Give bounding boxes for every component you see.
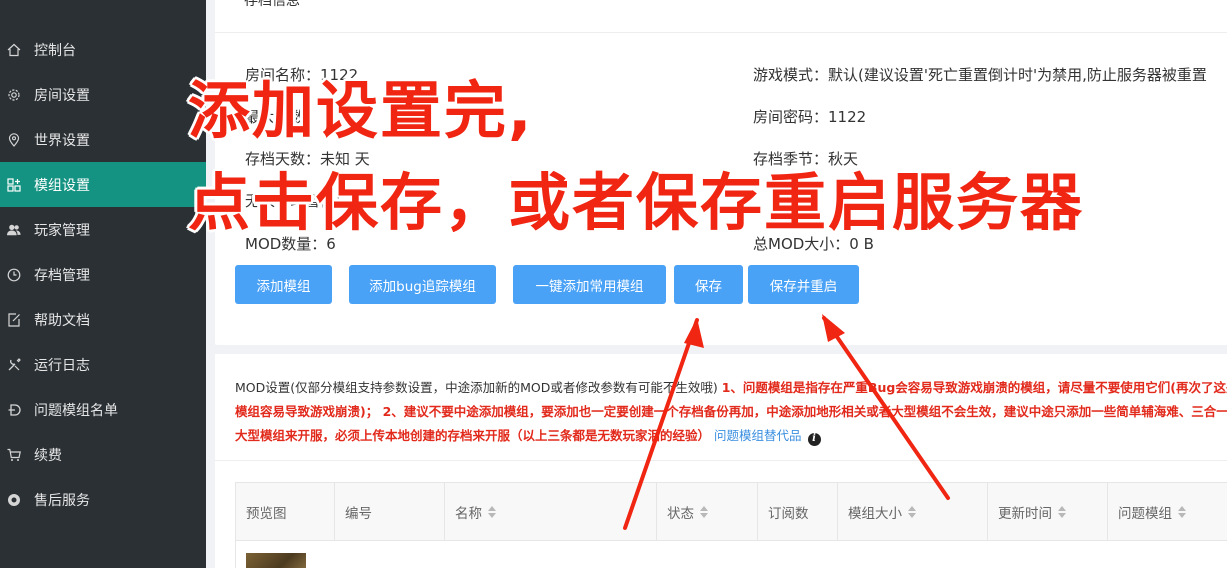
- sidebar-item-after-sales[interactable]: 售后服务: [0, 477, 206, 522]
- sidebar-item-label: 续费: [34, 447, 62, 464]
- sidebar-item-world-settings[interactable]: 世界设置: [0, 117, 206, 162]
- sidebar-item-label: 玩家管理: [34, 222, 90, 239]
- gear-icon: [7, 88, 21, 102]
- ban-currency-icon: [7, 403, 21, 417]
- column-header-preview: 预览图: [236, 483, 335, 541]
- sidebar-item-label: 模组设置: [34, 177, 90, 194]
- sidebar-item-help-docs[interactable]: 帮助文档: [0, 297, 206, 342]
- mod-notice: MOD设置(仅部分模组支持参数设置，中途添加新的MOD或者修改参数有可能不生效哦…: [235, 376, 1227, 448]
- column-header-subscribers: 订阅数: [758, 483, 838, 541]
- add-common-mods-button[interactable]: 一键添加常用模组: [513, 265, 666, 304]
- mod-preview-thumbnail: [246, 553, 306, 568]
- sidebar-item-player-management[interactable]: 玩家管理: [0, 207, 206, 252]
- clock-icon: [7, 268, 21, 282]
- column-header-id: 编号: [335, 483, 445, 541]
- home-icon: [7, 43, 21, 57]
- sidebar-item-room-settings[interactable]: 房间设置: [0, 72, 206, 117]
- sidebar-item-problem-mods[interactable]: 问题模组名单: [0, 387, 206, 432]
- game-mode: 游戏模式：默认(建议设置'死亡重置倒计时'为禁用,防止服务器被重置: [753, 66, 1207, 84]
- mod-settings-card: MOD设置(仅部分模组支持参数设置，中途添加新的MOD或者修改参数有可能不生效哦…: [215, 354, 1227, 568]
- sort-icon[interactable]: [908, 505, 916, 518]
- column-header-mod-size[interactable]: 模组大小: [838, 483, 988, 541]
- apps-plus-icon: [7, 177, 21, 192]
- mod-table: 预览图 编号 名称 状态 订阅数 模组大小 更新时间 问题模组: [235, 482, 1227, 568]
- annotation-line-2: 点击保存，或者保存重启服务器: [188, 166, 1085, 239]
- sort-icon[interactable]: [1058, 505, 1066, 518]
- column-header-name[interactable]: 名称: [445, 483, 657, 541]
- sort-icon[interactable]: [700, 505, 708, 518]
- add-bug-tracker-button[interactable]: 添加bug追踪模组: [349, 265, 496, 304]
- sidebar-item-label: 控制台: [34, 42, 76, 59]
- sort-icon[interactable]: [1178, 505, 1186, 518]
- sidebar: 控制台 房间设置 世界设置 模组设置 玩家管理 存档管理 帮助文档 运行日志 问…: [0, 0, 206, 568]
- column-header-problem-mod[interactable]: 问题模组: [1108, 483, 1227, 541]
- info-icon[interactable]: i: [807, 432, 821, 446]
- tools-icon: [7, 357, 21, 372]
- column-header-update-time[interactable]: 更新时间: [988, 483, 1108, 541]
- users-icon: [7, 223, 21, 237]
- sidebar-item-label: 世界设置: [34, 132, 90, 149]
- notice-prefix: MOD设置(仅部分模组支持参数设置，中途添加新的MOD或者修改参数有可能不生效哦…: [235, 380, 722, 395]
- column-header-status[interactable]: 状态: [657, 483, 758, 541]
- sidebar-item-label: 存档管理: [34, 267, 90, 284]
- sidebar-item-label: 售后服务: [34, 492, 90, 509]
- sidebar-item-mod-settings[interactable]: 模组设置: [0, 162, 206, 207]
- sidebar-item-run-logs[interactable]: 运行日志: [0, 342, 206, 387]
- document-edit-icon: [7, 312, 21, 327]
- cart-icon: [7, 448, 21, 462]
- sidebar-item-label: 问题模组名单: [34, 402, 118, 419]
- save-restart-button[interactable]: 保存并重启: [748, 265, 859, 304]
- sidebar-item-save-management[interactable]: 存档管理: [0, 252, 206, 297]
- divider: [215, 460, 1227, 461]
- add-mod-button[interactable]: 添加模组: [235, 265, 332, 304]
- divider: [215, 32, 1227, 33]
- alternative-mods-link[interactable]: 问题模组替代品: [714, 428, 802, 443]
- sidebar-item-label: 运行日志: [34, 357, 90, 374]
- sidebar-item-renew[interactable]: 续费: [0, 432, 206, 477]
- sidebar-item-dashboard[interactable]: 控制台: [0, 27, 206, 72]
- sidebar-item-label: 帮助文档: [34, 312, 90, 329]
- sort-icon[interactable]: [488, 505, 496, 518]
- location-pin-icon: [7, 132, 21, 147]
- annotation-line-1: 添加设置完,: [188, 74, 534, 147]
- sidebar-item-label: 房间设置: [34, 87, 90, 104]
- card-title: 存档信息: [244, 0, 300, 9]
- room-password: 房间密码：1122: [753, 108, 867, 126]
- service-icon: [7, 493, 21, 507]
- save-button[interactable]: 保存: [674, 265, 743, 304]
